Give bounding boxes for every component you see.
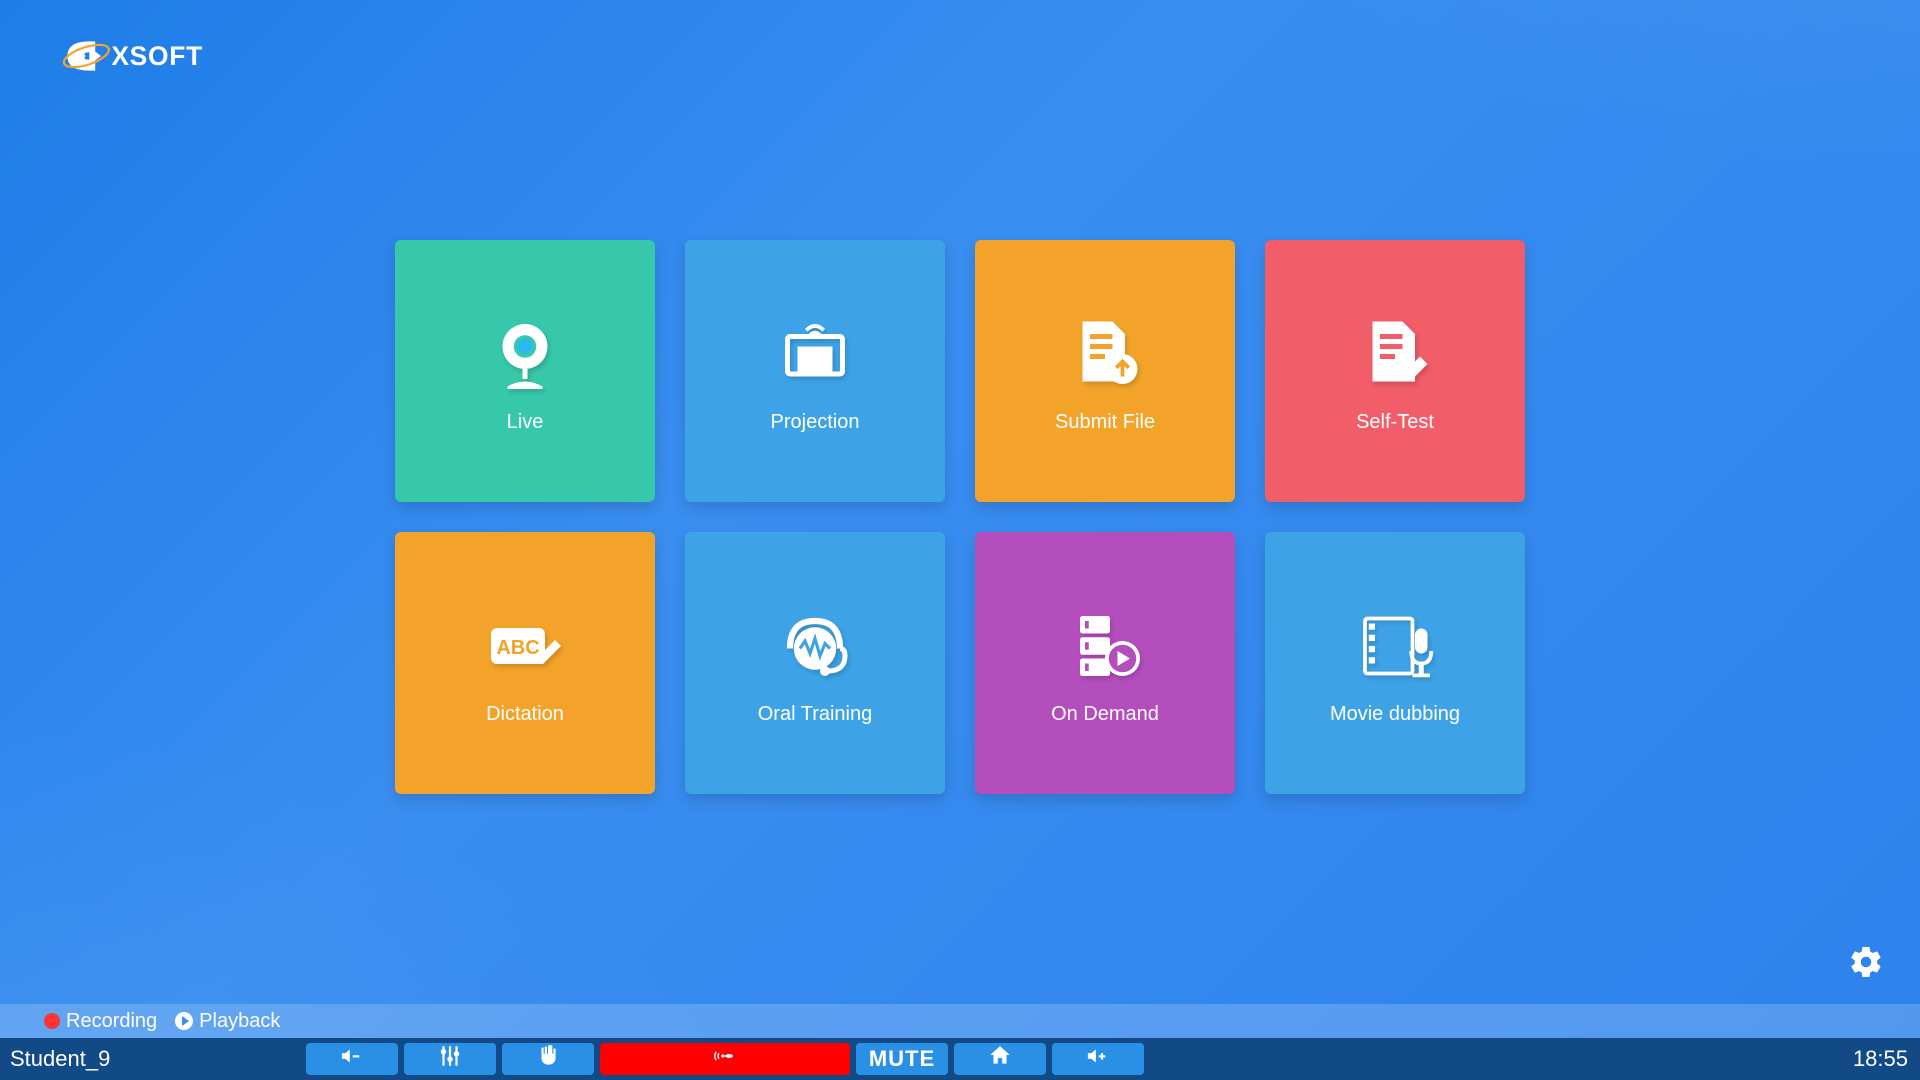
mute-label: MUTE	[869, 1046, 935, 1072]
playback-button[interactable]: Playback	[175, 1010, 280, 1033]
bottom-bar: Student_9 MUTE 18:55	[0, 1038, 1920, 1080]
tile-projection[interactable]: Projection	[685, 240, 945, 502]
home-icon	[987, 1043, 1013, 1075]
tile-oral-training[interactable]: Oral Training	[685, 532, 945, 794]
sliders-icon	[437, 1043, 463, 1075]
tile-movie-dubbing[interactable]: Movie dubbing	[1265, 532, 1525, 794]
recording-button[interactable]: Recording	[44, 1010, 157, 1033]
volume-down-button[interactable]	[306, 1043, 398, 1075]
volume-up-button[interactable]	[1052, 1043, 1144, 1075]
volume-down-icon	[339, 1043, 365, 1075]
clock-time: 18:55	[1853, 1046, 1910, 1072]
call-button[interactable]	[600, 1043, 850, 1075]
tile-submit-file[interactable]: Submit File	[975, 240, 1235, 502]
gear-icon	[1848, 967, 1884, 984]
tile-label: Self-Test	[1356, 411, 1434, 434]
tile-label: Movie dubbing	[1330, 703, 1460, 726]
tile-label: Dictation	[486, 703, 564, 726]
tile-self-test[interactable]: Self-Test	[1265, 240, 1525, 502]
hand-icon	[535, 1043, 561, 1075]
webcam-icon	[485, 309, 565, 399]
status-sub-bar: Recording Playback	[0, 1004, 1920, 1038]
raise-hand-button[interactable]	[502, 1043, 594, 1075]
mute-button[interactable]: MUTE	[856, 1043, 948, 1075]
dictation-icon: ABC	[485, 601, 565, 691]
home-button[interactable]	[954, 1043, 1046, 1075]
server-play-icon	[1065, 601, 1145, 691]
main-area: Live Projection Submit File Self-Test AB…	[0, 0, 1920, 1004]
projection-icon	[775, 309, 855, 399]
student-name: Student_9	[10, 1046, 300, 1072]
record-icon	[44, 1013, 60, 1029]
tile-label: Live	[507, 411, 544, 434]
tile-label: Submit File	[1055, 411, 1155, 434]
tile-label: On Demand	[1051, 703, 1159, 726]
file-edit-icon	[1355, 309, 1435, 399]
broadcast-icon	[712, 1043, 738, 1075]
tile-on-demand[interactable]: On Demand	[975, 532, 1235, 794]
brand-logo: XSOFT	[60, 28, 280, 84]
file-upload-icon	[1065, 309, 1145, 399]
tile-label: Oral Training	[758, 703, 873, 726]
recording-label: Recording	[66, 1010, 157, 1033]
tile-live[interactable]: Live	[395, 240, 655, 502]
play-icon	[175, 1012, 193, 1030]
playback-label: Playback	[199, 1010, 280, 1033]
film-mic-icon	[1355, 601, 1435, 691]
svg-text:XSOFT: XSOFT	[111, 41, 203, 71]
tile-grid: Live Projection Submit File Self-Test AB…	[395, 240, 1525, 794]
svg-text:ABC: ABC	[496, 637, 539, 659]
headset-icon	[775, 601, 855, 691]
settings-button[interactable]	[1848, 944, 1884, 980]
equalizer-button[interactable]	[404, 1043, 496, 1075]
tile-label: Projection	[771, 411, 860, 434]
tile-dictation[interactable]: ABC Dictation	[395, 532, 655, 794]
volume-up-icon	[1085, 1043, 1111, 1075]
